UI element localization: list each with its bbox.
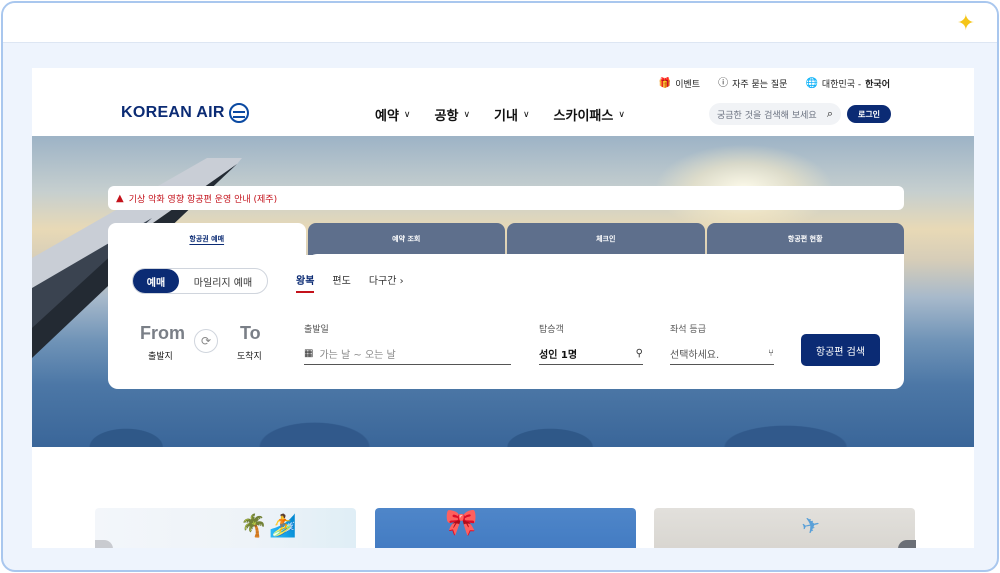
cabin-class-field[interactable]: 좌석 등급 선택하세요. ⑂: [670, 322, 774, 365]
chevron-right-icon: ›: [399, 276, 404, 287]
promo-card-aircraft[interactable]: ✈: [654, 508, 915, 548]
booking-panel: 예매 마일리지 예매 왕복 편도 다구간 › From 출발지 ⟳ To 도착지…: [108, 254, 904, 389]
swap-icon[interactable]: ⟳: [194, 329, 218, 353]
booking-mode-toggle: 예매 마일리지 예매: [132, 268, 268, 294]
flight-search-button[interactable]: 항공편 검색: [801, 334, 880, 366]
passenger-input[interactable]: 성인 1명 ⚲: [539, 343, 643, 365]
destination-label: 도착지: [237, 352, 262, 362]
browser-frame: ✦ 🎁 이벤트 ⓘ 자주 묻는 질문 🌐 대한민국 - 한국어 KOREAN A…: [1, 1, 999, 572]
hero-banner: ▲ 기상 악화 영향 항공편 운영 안내 (제주) 항공권 예매 예약 조회 체…: [32, 136, 974, 447]
warning-icon: ▲: [116, 192, 124, 204]
language-selector[interactable]: 🌐 대한민국 - 한국어: [805, 77, 890, 90]
promo-card-travel[interactable]: 🌴🏄: [95, 508, 356, 548]
nav-label: 공항: [434, 109, 459, 124]
globe-icon: 🌐: [805, 77, 818, 89]
cabin-placeholder: 선택하세요.: [670, 350, 720, 361]
passenger-value: 성인 1명: [539, 350, 578, 361]
chevron-down-icon: ∨: [403, 109, 411, 120]
chevron-down-icon: ∨: [618, 109, 625, 120]
language-region: 대한민국 -: [821, 80, 862, 90]
origin-destination: From 출발지 ⟳ To 도착지: [138, 323, 278, 365]
nav-item-skypass[interactable]: 스카이패스 ∨: [554, 105, 625, 124]
tab-reservation-lookup[interactable]: 예약 조회: [307, 223, 505, 255]
promo-card-gift[interactable]: 🎀: [375, 508, 636, 548]
question-icon: ⓘ: [718, 77, 729, 89]
destination-code[interactable]: To: [240, 323, 261, 344]
trip-multi-label: 다구간: [368, 276, 397, 287]
tab-flight-status[interactable]: 항공편 현황: [706, 223, 904, 255]
sparkle-icon[interactable]: ✦: [957, 13, 975, 35]
tab-flight-booking[interactable]: 항공권 예매: [108, 223, 306, 255]
trip-oneway[interactable]: 편도: [332, 272, 350, 293]
cabin-label: 좌석 등급: [670, 325, 706, 335]
nav-label: 기내: [494, 109, 518, 124]
weather-alert-banner[interactable]: ▲ 기상 악화 영향 항공편 운영 안내 (제주): [108, 186, 904, 210]
trip-multi[interactable]: 다구간 ›: [369, 272, 404, 293]
nav-item-inflight[interactable]: 기내 ∨: [494, 105, 530, 124]
nav-item-booking[interactable]: 예약 ∨: [375, 105, 411, 124]
login-button[interactable]: 로그인: [847, 105, 891, 123]
event-label: 이벤트: [675, 80, 701, 90]
main-nav: 예약 ∨ 공항 ∨ 기내 ∨ 스카이패스 ∨: [375, 105, 625, 124]
nav-label: 스카이패스: [553, 109, 614, 124]
passenger-label: 탑승객: [539, 325, 564, 335]
chevron-down-icon: ∨: [522, 109, 530, 120]
language-name: 한국어: [865, 80, 890, 90]
promo-cards: 🌴🏄 🎀 ✈: [95, 508, 916, 548]
nav-label: 예약: [375, 109, 399, 124]
beach-illustration: 🌴🏄: [240, 514, 299, 539]
faq-label: 자주 묻는 질문: [732, 80, 788, 90]
carousel-next-button[interactable]: [898, 540, 916, 548]
seat-icon: ⑂: [768, 348, 774, 359]
tab-checkin[interactable]: 체크인: [507, 223, 705, 255]
alert-text: 기상 악화 영향 항공편 운영 안내 (제주): [128, 194, 278, 205]
faq-link[interactable]: ⓘ 자주 묻는 질문: [718, 77, 787, 90]
search-icon[interactable]: ⌕: [827, 107, 833, 121]
korean-air-logo[interactable]: KOREAN AIR: [121, 103, 249, 123]
frame-topbar: ✦: [3, 3, 997, 43]
utility-links: 🎁 이벤트 ⓘ 자주 묻는 질문 🌐 대한민국 - 한국어: [659, 77, 890, 90]
event-link[interactable]: 🎁 이벤트: [659, 77, 700, 90]
logo-text: KOREAN AIR: [121, 104, 225, 121]
calendar-icon: ▦: [304, 348, 314, 359]
origin-code[interactable]: From: [140, 323, 185, 344]
search-placeholder: 궁금한 것을 검색해 보세요: [717, 110, 817, 121]
date-label: 출발일: [304, 325, 329, 335]
trip-type-selector: 왕복 편도 다구간 ›: [296, 272, 404, 293]
airplane-icon: ✈: [799, 512, 823, 541]
origin-label: 출발지: [148, 352, 173, 362]
mode-regular-button[interactable]: 예매: [133, 269, 179, 293]
date-field[interactable]: 출발일 ▦ 가는 날 ~ 오는 날: [304, 322, 511, 365]
mode-mileage-button[interactable]: 마일리지 예매: [179, 269, 267, 293]
gift-bow-image: 🎀: [445, 508, 478, 538]
nav-item-airport[interactable]: 공항 ∨: [435, 105, 471, 124]
passenger-field[interactable]: 탑승객 성인 1명 ⚲: [539, 322, 643, 365]
date-input[interactable]: ▦ 가는 날 ~ 오는 날: [304, 343, 511, 365]
gift-icon: 🎁: [658, 77, 672, 89]
trip-round[interactable]: 왕복: [296, 272, 315, 293]
cabin-input[interactable]: 선택하세요. ⑂: [670, 343, 774, 365]
booking-tabs: 항공권 예매 예약 조회 체크인 항공편 현황: [108, 223, 904, 255]
person-icon: ⚲: [635, 348, 643, 359]
date-placeholder: 가는 날 ~ 오는 날: [319, 350, 396, 361]
chevron-down-icon: ∨: [463, 109, 471, 120]
taegeuk-logo-icon: [228, 103, 249, 123]
search-input[interactable]: 궁금한 것을 검색해 보세요 ⌕: [709, 103, 841, 125]
koreanair-homepage: 🎁 이벤트 ⓘ 자주 묻는 질문 🌐 대한민국 - 한국어 KOREAN AIR…: [32, 68, 974, 548]
